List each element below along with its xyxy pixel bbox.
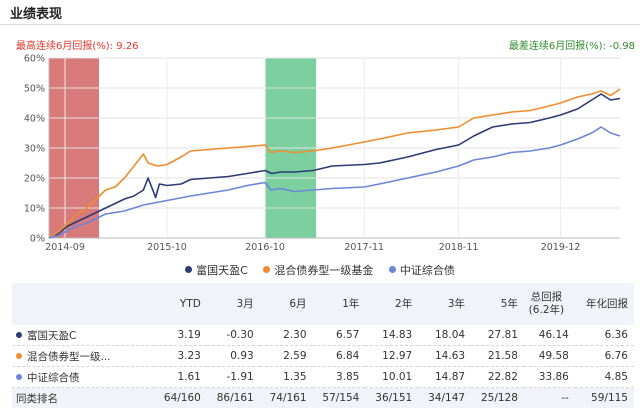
table-cell: 21.58 [471,345,524,367]
y-tick-label: 0% [30,234,45,245]
chart-legend: 富国天盈C 混合债券型一级基金 中证综合债 [0,262,640,278]
table-cell: 6.36 [574,325,634,346]
table-cell: 22.82 [471,366,524,388]
table-cell: 14.63 [418,345,472,367]
y-tick-label: 60% [24,54,45,65]
table-cell: 6.76 [574,345,634,367]
table-cell: 2.30 [259,325,313,346]
table-cell: 1.35 [259,366,313,388]
table-row-category: 混合债券型一级... 3.23 0.93 2.59 6.84 12.97 14.63 21.5… [12,345,634,367]
y-tick-label: 10% [24,204,45,215]
rank-cell: -- [523,387,575,408]
row-name-label: 富国天盈C [27,329,77,342]
table-header-blank [12,283,154,325]
table-row-rank: 同类排名 64/160 86/161 74/161 57/154 36/151 34/147… [12,387,634,408]
legend-item-fund[interactable]: 富国天盈C [185,262,248,278]
table-row-index: 中证综合债 1.61 -1.91 1.35 3.85 10.01 14.87 22.82 33.… [12,366,634,388]
table-header-1y: 1年 [342,297,360,310]
legend-dot-index [388,266,396,273]
row-name-label: 混合债券型一级... [27,350,111,363]
x-tick-label: 2018-11 [439,242,479,253]
table-cell: 12.97 [365,345,419,367]
table-cell: 1.61 [154,366,207,388]
legend-item-category[interactable]: 混合债券型一级基金 [263,262,373,278]
legend-item-index[interactable]: 中证综合债 [388,262,455,278]
y-tick-label: 50% [24,84,45,95]
table-cell: 10.01 [365,366,419,388]
table-cell: 4.85 [574,366,634,388]
rank-cell: 57/154 [312,387,366,408]
table-header-row: YTD 3月 6月 1年 2年 3年 5年 总回报 (6.2年) 年化回报 [12,283,634,325]
table-cell: 18.04 [418,325,472,346]
row-name-label: 中证综合债 [27,371,80,384]
table-row-fund: 富国天盈C 3.19 -0.30 2.30 6.57 14.83 18.04 27.81 46.… [12,325,634,346]
x-tick-label: 2017-11 [344,242,384,253]
table-cell: 0.93 [206,345,260,367]
series-line-index [48,126,621,239]
table-header-2y: 2年 [395,297,413,310]
table-cell: 49.58 [523,345,575,367]
y-tick-label: 40% [24,114,45,125]
legend-label-fund: 富国天盈C [196,264,248,277]
rank-cell: 59/115 [574,387,634,408]
rank-row-label: 同类排名 [12,387,154,408]
table-cell: 46.14 [523,325,575,346]
table-cell: -0.30 [206,325,260,346]
table-header-ytd: YTD [179,297,201,310]
table-cell: -1.91 [206,366,260,388]
table-cell: 14.87 [418,366,472,388]
legend-label-index: 中证综合债 [399,264,455,277]
legend-dot-category [263,266,271,273]
row-name: 混合债券型一级... [12,345,154,367]
table-cell: 2.59 [259,345,313,367]
row-color-dot [16,352,22,359]
row-name: 中证综合债 [12,366,154,388]
legend-label-category: 混合债券型一级基金 [274,264,374,277]
title-divider [0,24,640,25]
y-tick-label: 20% [24,174,45,185]
table-cell: 3.23 [154,345,207,367]
table-header-5y: 5年 [500,297,518,310]
table-body: 富国天盈C 3.19 -0.30 2.30 6.57 14.83 18.04 27.81 46.… [12,325,634,408]
table-cell: 27.81 [471,325,524,346]
table-header-3y: 3年 [447,297,466,310]
x-tick-label: 2014-09 [45,242,85,253]
table-cell: 6.57 [312,325,366,346]
x-tick-label: 2019-12 [541,242,581,253]
y-tick-label: 30% [24,144,45,155]
table-header-total: 总回报 (6.2年) [528,291,565,316]
rank-cell: 74/161 [259,387,313,408]
rank-cell: 34/147 [418,387,472,408]
table-cell: 14.83 [365,325,419,346]
table-header-3m: 3月 [236,297,254,310]
table-cell: 3.19 [154,325,207,346]
performance-chart: 0% 10% 20% 30% 40% 50% 60% 2014-09 2015-10 2016-1… [24,54,621,253]
rank-cell: 36/151 [365,387,419,408]
table-header-6m: 6月 [289,297,307,310]
series-line-category [48,88,621,239]
row-color-dot [16,373,22,380]
table-cell: 33.86 [523,366,575,388]
table-cell: 6.84 [312,345,366,367]
section-title: 业绩表现 [10,7,63,22]
rank-cell: 86/161 [206,387,260,408]
x-tick-label: 2015-10 [147,242,187,253]
rank-cell: 64/160 [154,387,207,408]
rank-cell: 25/128 [471,387,524,408]
legend-dot-fund [185,266,193,273]
row-name: 富国天盈C [12,325,154,346]
performance-table: YTD 3月 6月 1年 2年 3年 5年 总回报 (6.2年) 年化回报 富国… [12,283,634,408]
row-color-dot [16,331,22,338]
table-cell: 3.85 [312,366,366,388]
x-tick-label: 2016-10 [245,242,285,253]
table-header-annualized: 年化回报 [586,297,628,310]
